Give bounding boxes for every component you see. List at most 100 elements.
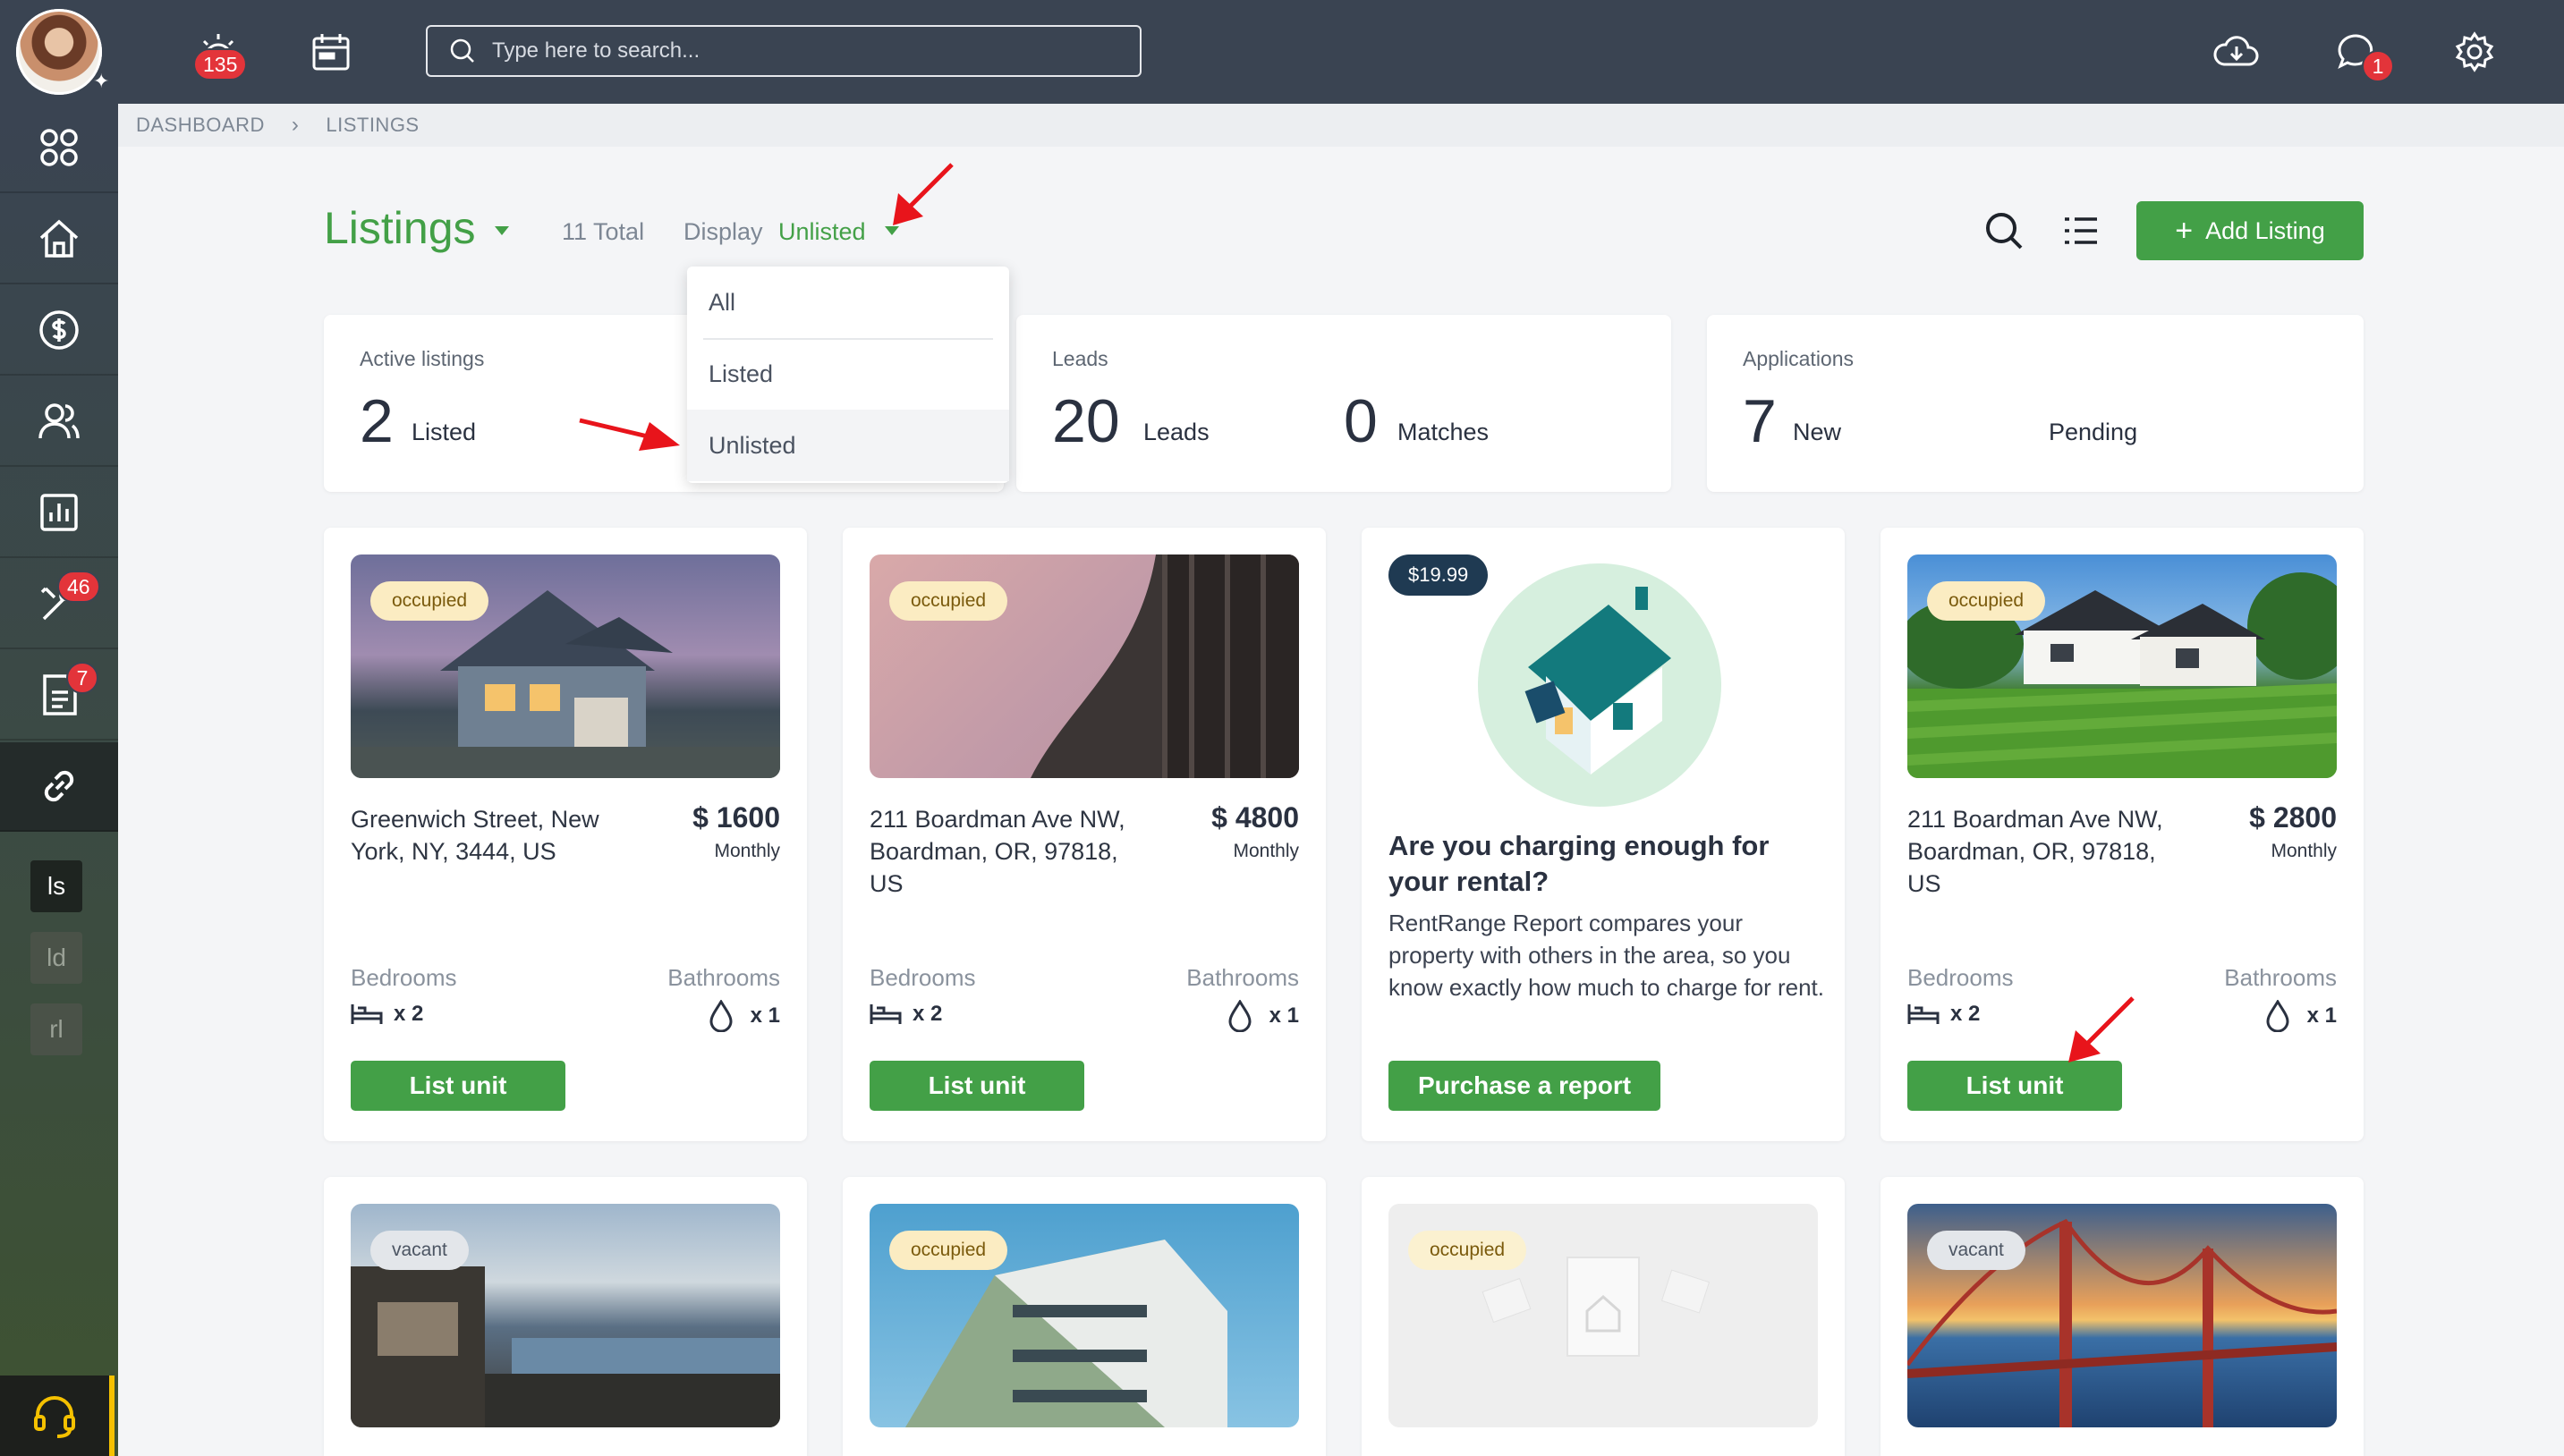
listing-card[interactable]: occupied <box>1362 1177 1845 1456</box>
bedrooms-count: x 2 <box>870 1002 942 1027</box>
chevron-down-icon[interactable] <box>494 225 510 236</box>
status-badge: occupied <box>889 1231 1008 1270</box>
listing-photo: occupied <box>870 554 1299 778</box>
listing-card[interactable]: occupied Greenwich Street, New York, NY,… <box>324 528 807 1141</box>
purchase-report-button[interactable]: Purchase a report <box>1388 1061 1660 1111</box>
bathrooms-count: x 1 <box>708 1000 780 1032</box>
cloud-download-icon[interactable] <box>2206 21 2267 82</box>
listing-photo: occupied <box>870 1204 1299 1427</box>
listing-address: Greenwich Street, New York, NY, 3444, US <box>351 806 599 865</box>
dropdown-option-listed[interactable]: Listed <box>687 338 1009 410</box>
listings-total: 11 Total <box>562 218 645 245</box>
leads-label: Leads <box>1143 419 1210 445</box>
settings-icon[interactable] <box>2444 21 2505 82</box>
water-drop-icon <box>2266 1000 2289 1032</box>
listed-count: 2 <box>360 387 394 455</box>
annotation-arrow-icon <box>893 163 954 225</box>
search-input[interactable] <box>492 38 1118 63</box>
matches-label: Matches <box>1397 419 1490 445</box>
page-title[interactable]: Listings <box>324 202 476 254</box>
listing-address: 211 Boardman Ave NW, Boardman, OR, 97818… <box>1907 806 2163 897</box>
alarm-icon[interactable]: 135 <box>188 21 249 82</box>
sidebar-item-links[interactable] <box>0 742 118 832</box>
applications-card: Applications 7 New Pending <box>1707 315 2364 492</box>
promo-text: RentRange Report compares your property … <box>1388 910 1825 1001</box>
user-avatar[interactable] <box>16 9 102 95</box>
list-view-icon[interactable] <box>2056 206 2106 256</box>
dollar-icon <box>39 310 79 350</box>
matches-count: 0 <box>1344 387 1378 455</box>
listing-photo: vacant <box>1907 1204 2337 1427</box>
list-unit-button[interactable]: List unit <box>351 1061 565 1111</box>
listing-price: $ 2800 <box>2249 801 2337 834</box>
link-icon <box>44 770 74 802</box>
bedrooms-label: Bedrooms <box>870 964 976 991</box>
sidebar-item-apps[interactable] <box>0 104 118 193</box>
stat-title-applications: Applications <box>1743 347 1855 370</box>
bathrooms-label: Bathrooms <box>667 964 780 991</box>
sidebar-item-documents[interactable]: 7 <box>0 651 118 741</box>
status-badge: occupied <box>889 581 1008 621</box>
listing-photo: vacant <box>351 1204 780 1427</box>
promo-card: $19.99 Are you charging enough for your … <box>1362 528 1845 1141</box>
top-bar: 135 1 <box>0 0 2564 104</box>
house-illustration-icon <box>1478 563 1721 807</box>
header-search-icon[interactable] <box>1979 206 2029 256</box>
stat-title-active: Active listings <box>360 347 485 370</box>
chevron-right-icon: › <box>291 113 300 137</box>
people-icon <box>38 403 80 439</box>
status-badge: occupied <box>1408 1231 1527 1270</box>
display-filter[interactable]: Unlisted <box>778 218 866 246</box>
sidebar-rl[interactable]: rl <box>30 1003 82 1055</box>
support-button[interactable] <box>0 1376 115 1456</box>
bathrooms-count: x 1 <box>1227 1000 1299 1032</box>
sidebar-ls[interactable]: ls <box>30 860 82 912</box>
bed-icon <box>351 1004 383 1024</box>
sidebar-item-home[interactable] <box>0 195 118 284</box>
list-unit-button[interactable]: List unit <box>870 1061 1084 1111</box>
sidebar-item-reports[interactable] <box>0 469 118 558</box>
search-box[interactable] <box>426 25 1142 77</box>
dropdown-option-all[interactable]: All <box>687 267 1009 338</box>
listing-card[interactable]: occupied <box>843 1177 1326 1456</box>
grid-icon <box>40 129 78 166</box>
bedrooms-count: x 2 <box>1907 1002 1980 1027</box>
dropdown-option-unlisted[interactable]: Unlisted <box>687 410 1009 481</box>
alarm-badge: 135 <box>193 48 248 80</box>
pin-icon: ✦ <box>93 70 110 92</box>
annotation-arrow-icon <box>579 418 680 451</box>
chat-icon[interactable]: 1 <box>2326 21 2394 82</box>
list-unit-button[interactable]: List unit <box>1907 1061 2122 1111</box>
listing-card[interactable]: vacant <box>324 1177 807 1456</box>
water-drop-icon <box>1228 1000 1252 1032</box>
chat-badge: 1 <box>2362 50 2394 82</box>
status-badge: occupied <box>1927 581 2046 621</box>
breadcrumb-dashboard[interactable]: DASHBOARD <box>136 114 265 137</box>
bedrooms-label: Bedrooms <box>351 964 457 991</box>
home-icon <box>39 219 79 258</box>
docs-badge: 7 <box>66 662 98 694</box>
listing-card[interactable]: occupied 211 Boardman Ave NW, Boardman, … <box>843 528 1326 1141</box>
sidebar-item-maintenance[interactable]: 46 <box>0 560 118 649</box>
pending-label: Pending <box>2049 419 2138 445</box>
search-icon <box>450 38 474 63</box>
chart-icon <box>40 494 78 531</box>
sidebar-ld[interactable]: ld <box>30 932 82 984</box>
add-listing-label: Add Listing <box>2205 216 2325 244</box>
bedrooms-label: Bedrooms <box>1907 964 2014 991</box>
listing-price: $ 1600 <box>692 801 780 834</box>
breadcrumb: DASHBOARD › LISTINGS <box>118 104 2564 147</box>
bedrooms-count: x 2 <box>351 1002 423 1027</box>
listing-card[interactable]: vacant <box>1881 1177 2364 1456</box>
display-label: Display <box>683 218 763 245</box>
sidebar-item-people[interactable] <box>0 377 118 467</box>
status-badge: vacant <box>1927 1231 2025 1270</box>
add-listing-button[interactable]: + Add Listing <box>2136 201 2364 260</box>
bed-icon <box>870 1004 902 1024</box>
headset-icon <box>34 1396 75 1438</box>
bathrooms-count: x 1 <box>2264 1000 2337 1032</box>
sidebar-item-payments[interactable] <box>0 286 118 376</box>
calendar-icon[interactable] <box>301 21 361 82</box>
leads-count: 20 <box>1052 387 1120 455</box>
tools-badge: 46 <box>57 571 100 603</box>
